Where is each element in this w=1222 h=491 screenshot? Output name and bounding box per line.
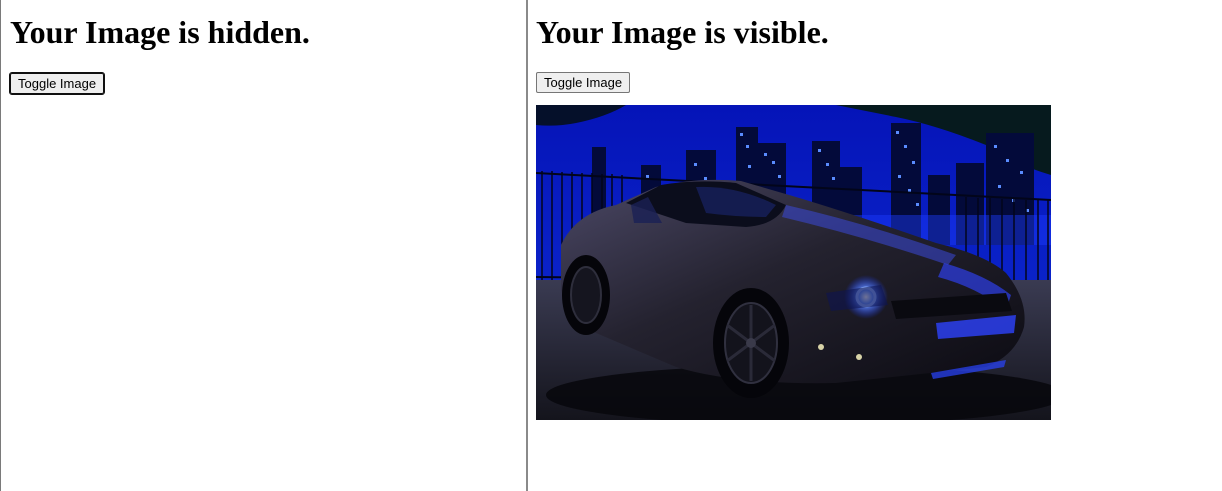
page: Your Image is hidden. Toggle Image Your … <box>0 0 1222 491</box>
car-image <box>536 105 1051 420</box>
toggle-image-button-right[interactable]: Toggle Image <box>536 72 631 93</box>
visible-panel-title: Your Image is visible. <box>536 14 829 50</box>
hidden-image-panel: Your Image is hidden. Toggle Image <box>0 0 527 491</box>
visible-image-panel: Your Image is visible. Toggle Image <box>528 0 1222 491</box>
toggle-image-button-left[interactable]: Toggle Image <box>8 72 106 95</box>
hidden-panel-title: Your Image is hidden. <box>10 14 310 50</box>
car-night-scene-illustration <box>536 105 1051 420</box>
